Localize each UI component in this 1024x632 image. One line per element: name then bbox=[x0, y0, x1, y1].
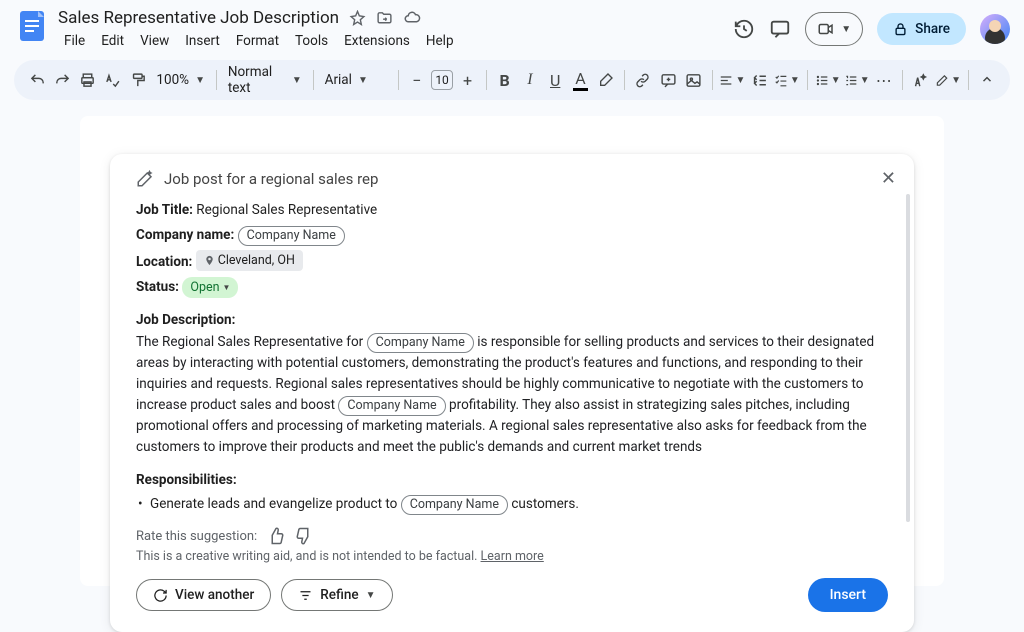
add-comment-icon[interactable] bbox=[657, 67, 679, 93]
company-chip[interactable]: Company Name bbox=[338, 396, 445, 416]
separator bbox=[712, 70, 713, 90]
scrollbar[interactable] bbox=[906, 194, 910, 522]
align-icon[interactable]: ▼ bbox=[719, 67, 745, 93]
separator bbox=[313, 70, 314, 90]
checklist-icon[interactable]: ▼ bbox=[774, 67, 800, 93]
pencil-sparkle-icon bbox=[136, 170, 154, 188]
menu-file[interactable]: File bbox=[58, 30, 91, 52]
status-label: Status: bbox=[136, 279, 179, 295]
job-title-value: Regional Sales Representative bbox=[196, 202, 377, 218]
toolbar: 100%▼ Normal text▼ Arial▼ − 10 + B I U A… bbox=[14, 60, 1010, 100]
menu-edit[interactable]: Edit bbox=[95, 30, 130, 52]
meet-button[interactable]: ▼ bbox=[805, 12, 863, 46]
status-chip[interactable]: Open ▼ bbox=[182, 277, 238, 298]
responsibility-item: Generate leads and evangelize product to… bbox=[136, 494, 888, 515]
thumbs-up-icon[interactable] bbox=[267, 527, 285, 545]
company-chip[interactable]: Company Name bbox=[401, 495, 508, 515]
menu-bar: File Edit View Insert Format Tools Exten… bbox=[58, 30, 733, 52]
app-header: Sales Representative Job Description Fil… bbox=[0, 0, 1024, 52]
cloud-status-icon[interactable] bbox=[403, 9, 421, 27]
menu-help[interactable]: Help bbox=[420, 30, 460, 52]
header-actions: ▼ Share bbox=[733, 12, 1010, 46]
rating-label: Rate this suggestion: bbox=[136, 529, 257, 544]
thumbs-down-icon[interactable] bbox=[295, 527, 313, 545]
job-description-body: The Regional Sales Representative for Co… bbox=[136, 332, 888, 458]
company-label: Company name: bbox=[136, 227, 234, 243]
separator bbox=[902, 70, 903, 90]
account-avatar[interactable] bbox=[980, 14, 1010, 44]
separator bbox=[486, 70, 487, 90]
document-canvas: ✕ Job post for a regional sales rep Job … bbox=[80, 116, 944, 586]
move-folder-icon[interactable] bbox=[376, 10, 393, 27]
company-chip[interactable]: Company Name bbox=[238, 226, 345, 246]
menu-view[interactable]: View bbox=[134, 30, 175, 52]
ai-write-icon[interactable] bbox=[910, 67, 932, 93]
insert-button[interactable]: Insert bbox=[808, 578, 888, 612]
location-label: Location: bbox=[136, 254, 192, 270]
increase-font-icon[interactable]: + bbox=[456, 67, 478, 93]
ai-prompt-text: Job post for a regional sales rep bbox=[164, 170, 378, 188]
collapse-icon[interactable] bbox=[976, 67, 998, 93]
line-spacing-icon[interactable] bbox=[748, 67, 770, 93]
redo-icon[interactable] bbox=[51, 67, 73, 93]
more-icon[interactable]: ⋯ bbox=[873, 67, 895, 93]
separator bbox=[216, 70, 217, 90]
company-chip[interactable]: Company Name bbox=[367, 333, 474, 353]
learn-more-link[interactable]: Learn more bbox=[481, 549, 544, 564]
location-chip[interactable]: Cleveland, OH bbox=[196, 250, 303, 271]
print-icon[interactable] bbox=[77, 67, 99, 93]
close-icon[interactable]: ✕ bbox=[881, 168, 896, 189]
image-icon[interactable] bbox=[682, 67, 704, 93]
separator bbox=[968, 70, 969, 90]
italic-icon[interactable]: I bbox=[519, 67, 541, 93]
ai-suggestion-card: ✕ Job post for a regional sales rep Job … bbox=[110, 154, 914, 632]
menu-tools[interactable]: Tools bbox=[289, 30, 334, 52]
zoom-select[interactable]: 100%▼ bbox=[152, 72, 209, 88]
undo-icon[interactable] bbox=[26, 67, 48, 93]
separator bbox=[624, 70, 625, 90]
job-title-label: Job Title: bbox=[136, 202, 193, 218]
view-another-button[interactable]: View another bbox=[136, 579, 271, 611]
bold-icon[interactable]: B bbox=[493, 67, 515, 93]
separator bbox=[398, 70, 399, 90]
number-list-icon[interactable]: ▼ bbox=[844, 67, 870, 93]
style-select[interactable]: Normal text▼ bbox=[224, 64, 306, 96]
decrease-font-icon[interactable]: − bbox=[406, 67, 428, 93]
link-icon[interactable] bbox=[632, 67, 654, 93]
bullet-list-icon[interactable]: ▼ bbox=[815, 67, 841, 93]
font-select[interactable]: Arial▼ bbox=[321, 72, 391, 88]
menu-format[interactable]: Format bbox=[230, 30, 285, 52]
font-size-input[interactable]: 10 bbox=[431, 70, 454, 90]
menu-insert[interactable]: Insert bbox=[179, 30, 226, 52]
disclaimer-text: This is a creative writing aid, and is n… bbox=[136, 549, 888, 564]
separator bbox=[807, 70, 808, 90]
spellcheck-icon[interactable] bbox=[102, 67, 124, 93]
chevron-down-icon: ▼ bbox=[841, 24, 851, 35]
editing-mode-icon[interactable]: ▼ bbox=[935, 67, 961, 93]
menu-extensions[interactable]: Extensions bbox=[338, 30, 416, 52]
comments-icon[interactable] bbox=[769, 18, 791, 40]
refine-button[interactable]: Refine▼ bbox=[281, 579, 392, 611]
text-color-icon[interactable]: A bbox=[569, 67, 591, 93]
document-title[interactable]: Sales Representative Job Description bbox=[58, 8, 339, 28]
history-icon[interactable] bbox=[733, 18, 755, 40]
underline-icon[interactable]: U bbox=[544, 67, 566, 93]
share-label: Share bbox=[915, 21, 950, 37]
job-description-heading: Job Description: bbox=[136, 312, 888, 328]
highlight-icon[interactable] bbox=[595, 67, 617, 93]
responsibilities-heading: Responsibilities: bbox=[136, 472, 888, 488]
star-icon[interactable] bbox=[349, 10, 366, 27]
format-paint-icon[interactable] bbox=[127, 67, 149, 93]
share-button[interactable]: Share bbox=[877, 13, 966, 45]
docs-icon[interactable] bbox=[14, 8, 50, 44]
title-area: Sales Representative Job Description Fil… bbox=[58, 8, 733, 52]
